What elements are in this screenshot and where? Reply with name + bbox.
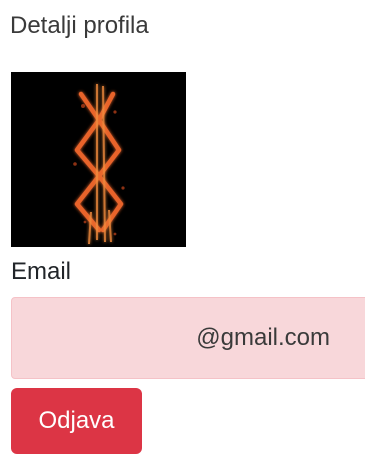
email-label: Email (11, 258, 72, 285)
brand-of-sacrifice-icon (73, 84, 125, 245)
email-value: @gmail.com (196, 324, 330, 351)
logout-button[interactable]: Odjava (11, 388, 142, 454)
email-alert-box: @gmail.com (11, 297, 365, 379)
page-title: Detalji profila (10, 12, 149, 39)
avatar (11, 72, 186, 247)
